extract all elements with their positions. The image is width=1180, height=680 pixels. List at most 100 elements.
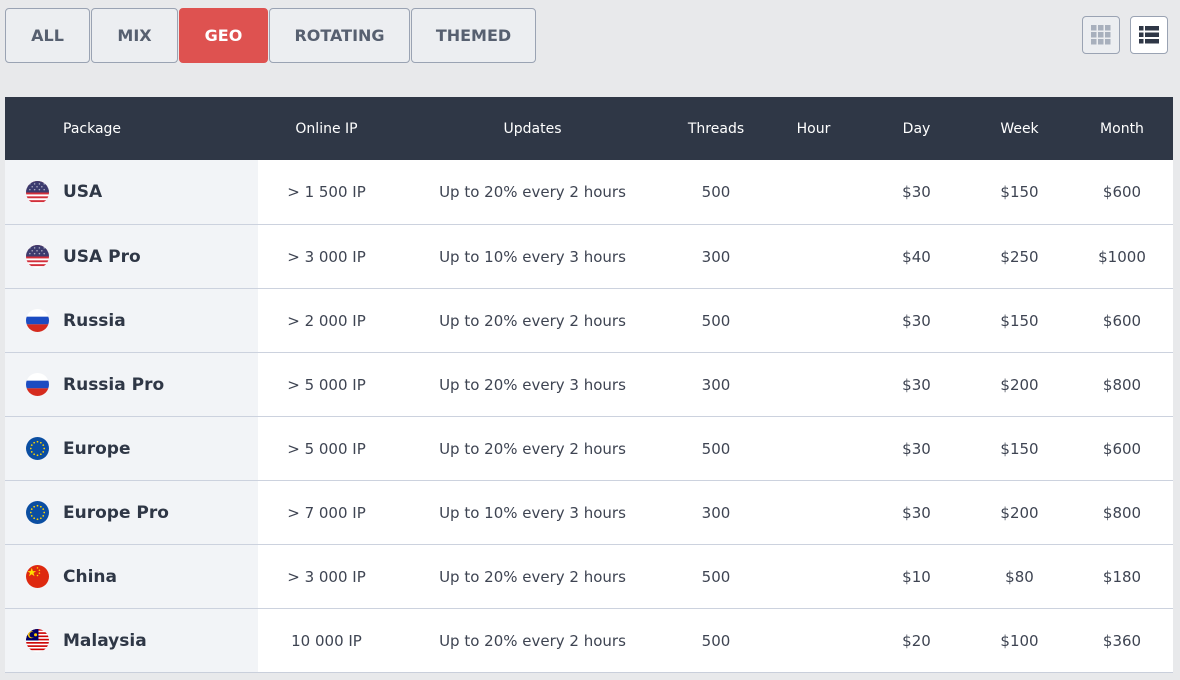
list-view-button[interactable] <box>1130 16 1168 54</box>
usa-flag-icon <box>26 245 49 268</box>
online-ip-cell: 10 000 IP <box>291 631 362 650</box>
package-cell: Europe <box>5 417 258 480</box>
threads-cell: 300 <box>701 503 731 522</box>
month-price-cell: $600 <box>1102 183 1142 201</box>
month-price-cell: $800 <box>1102 503 1142 522</box>
usa-flag-icon <box>26 180 49 204</box>
week-price-cell: $200 <box>1000 503 1039 522</box>
package-name: Europe Pro <box>63 502 169 523</box>
list-icon <box>1139 26 1159 44</box>
day-price-cell: $30 <box>902 183 931 201</box>
day-price-cell: $20 <box>902 631 931 650</box>
threads-cell: 500 <box>701 311 731 330</box>
russia-flag-icon <box>26 373 49 396</box>
tab-mix[interactable]: MIX <box>91 8 178 63</box>
header-package: Package <box>63 120 122 137</box>
week-price-cell: $150 <box>1000 439 1039 458</box>
month-price-cell: $360 <box>1102 631 1142 650</box>
week-price-cell: $150 <box>1000 183 1039 201</box>
updates-cell: Up to 20% every 3 hours <box>439 375 626 394</box>
header-updates: Updates <box>503 120 562 137</box>
header-threads: Threads <box>687 120 745 137</box>
online-ip-cell: > 1 500 IP <box>287 183 366 201</box>
week-price-cell: $100 <box>1000 631 1039 650</box>
day-price-cell: $30 <box>902 375 931 394</box>
day-price-cell: $30 <box>902 311 931 330</box>
package-cell: Malaysia <box>5 609 258 672</box>
table-row[interactable]: Malaysia 10 000 IP Up to 20% every 2 hours… <box>5 608 1173 672</box>
table-body: USA > 1 500 IP Up to 20% every 2 hours 500 $… <box>5 160 1173 672</box>
updates-cell: Up to 20% every 2 hours <box>439 567 626 586</box>
eu-flag-icon <box>26 501 49 524</box>
online-ip-cell: > 5 000 IP <box>287 375 366 394</box>
day-price-cell: $30 <box>902 503 931 522</box>
month-price-cell: $1000 <box>1098 247 1146 266</box>
package-cell: USA Pro <box>5 225 258 288</box>
table-row[interactable]: Russia Pro > 5 000 IP Up to 20% every 3 ho… <box>5 352 1173 416</box>
updates-cell: Up to 10% every 3 hours <box>439 247 626 266</box>
package-cell: China <box>5 545 258 608</box>
package-cell: USA <box>5 160 258 224</box>
threads-cell: 500 <box>701 567 731 586</box>
month-price-cell: $600 <box>1102 439 1142 458</box>
package-name: Russia <box>63 310 126 331</box>
package-name: Malaysia <box>63 630 147 651</box>
package-name: Russia Pro <box>63 374 165 395</box>
week-price-cell: $200 <box>1000 375 1039 394</box>
updates-cell: Up to 20% every 2 hours <box>439 631 626 650</box>
day-price-cell: $30 <box>902 439 931 458</box>
tab-themed[interactable]: THEMED <box>411 8 536 63</box>
package-cell: Russia <box>5 289 258 352</box>
online-ip-cell: > 2 000 IP <box>287 311 366 330</box>
month-price-cell: $800 <box>1102 375 1142 394</box>
updates-cell: Up to 20% every 2 hours <box>439 439 626 458</box>
threads-cell: 500 <box>701 439 731 458</box>
table-row[interactable]: USA Pro > 3 000 IP Up to 10% every 3 hours… <box>5 224 1173 288</box>
package-name: China <box>63 566 117 587</box>
category-tabs: ALL MIX GEO ROTATING THEMED <box>5 8 537 63</box>
table-row[interactable]: Russia > 2 000 IP Up to 20% every 2 hours 5… <box>5 288 1173 352</box>
tab-geo[interactable]: GEO <box>179 8 268 63</box>
week-price-cell: $80 <box>1005 567 1034 586</box>
threads-cell: 500 <box>701 631 731 650</box>
grid-icon <box>1091 25 1111 45</box>
threads-cell: 500 <box>701 183 731 201</box>
table-header: Package Online IP Updates Threads Hour D… <box>5 97 1173 160</box>
package-cell: Europe Pro <box>5 481 258 544</box>
malaysia-flag-icon <box>26 629 49 652</box>
grid-view-button[interactable] <box>1082 16 1120 54</box>
online-ip-cell: > 3 000 IP <box>287 567 366 586</box>
package-cell: Russia Pro <box>5 353 258 416</box>
updates-cell: Up to 10% every 3 hours <box>439 503 626 522</box>
month-price-cell: $600 <box>1102 311 1142 330</box>
header-month: Month <box>1100 120 1144 137</box>
online-ip-cell: > 7 000 IP <box>287 503 366 522</box>
table-row[interactable]: Europe > 5 000 IP Up to 20% every 2 hours 5… <box>5 416 1173 480</box>
table-row[interactable]: Europe Pro > 7 000 IP Up to 10% every 3 ho… <box>5 480 1173 544</box>
header-online-ip: Online IP <box>295 120 358 137</box>
tab-all[interactable]: ALL <box>5 8 90 63</box>
updates-cell: Up to 20% every 2 hours <box>439 183 626 201</box>
online-ip-cell: > 5 000 IP <box>287 439 366 458</box>
tab-rotating[interactable]: ROTATING <box>269 8 410 63</box>
week-price-cell: $150 <box>1000 311 1039 330</box>
day-price-cell: $10 <box>902 567 931 586</box>
header-hour: Hour <box>796 120 831 137</box>
threads-cell: 300 <box>701 247 731 266</box>
week-price-cell: $250 <box>1000 247 1039 266</box>
table-row[interactable]: China > 3 000 IP Up to 20% every 2 hours 50… <box>5 544 1173 608</box>
pricing-table: Package Online IP Updates Threads Hour D… <box>5 97 1173 673</box>
eu-flag-icon <box>26 437 49 460</box>
package-name: USA <box>63 182 103 202</box>
online-ip-cell: > 3 000 IP <box>287 247 366 266</box>
month-price-cell: $180 <box>1102 567 1142 586</box>
header-week: Week <box>1000 120 1039 137</box>
header-day: Day <box>902 120 931 137</box>
package-name: USA Pro <box>63 246 141 267</box>
updates-cell: Up to 20% every 2 hours <box>439 311 626 330</box>
threads-cell: 300 <box>701 375 731 394</box>
package-name: Europe <box>63 438 131 459</box>
russia-flag-icon <box>26 309 49 332</box>
table-row[interactable]: USA > 1 500 IP Up to 20% every 2 hours 500 $… <box>5 160 1173 224</box>
china-flag-icon <box>26 565 49 588</box>
